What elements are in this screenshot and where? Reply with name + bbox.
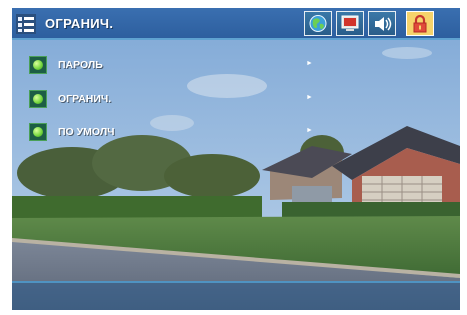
menu-item-password[interactable]: ПАРОЛЬ ►	[29, 54, 313, 76]
padlock-icon	[413, 14, 427, 33]
green-bullet-icon	[29, 123, 47, 141]
menu-item-label: ОГРАНИЧ.	[58, 93, 112, 105]
tv-screen: ОГРАНИЧ. ПАРОЛЬ ► ОГРАНИЧ. ► ПО УМОЛЧ ►	[12, 8, 460, 310]
footer-bar	[12, 281, 460, 310]
globe-icon	[309, 15, 327, 32]
tab-display[interactable]	[336, 11, 364, 36]
menu-item-label: ПАРОЛЬ	[58, 59, 103, 71]
tab-globe[interactable]	[304, 11, 332, 36]
menu-item-default[interactable]: ПО УМОЛЧ ►	[29, 121, 313, 143]
arrow-right-icon: ►	[306, 94, 313, 101]
green-bullet-icon	[29, 56, 47, 74]
tab-audio[interactable]	[368, 11, 396, 36]
arrow-right-icon: ►	[306, 127, 313, 134]
header-bar: ОГРАНИЧ.	[12, 8, 460, 40]
menu-item-label: ПО УМОЛЧ	[58, 126, 115, 138]
setup-menu-icon	[16, 14, 36, 34]
speaker-icon	[375, 17, 392, 31]
arrow-right-icon: ►	[306, 60, 313, 67]
green-bullet-icon	[29, 90, 47, 108]
page-title: ОГРАНИЧ.	[45, 16, 114, 31]
monitor-icon	[341, 15, 359, 31]
menu-item-restrictions[interactable]: ОГРАНИЧ. ►	[29, 88, 313, 110]
tab-lock[interactable]	[406, 11, 434, 36]
